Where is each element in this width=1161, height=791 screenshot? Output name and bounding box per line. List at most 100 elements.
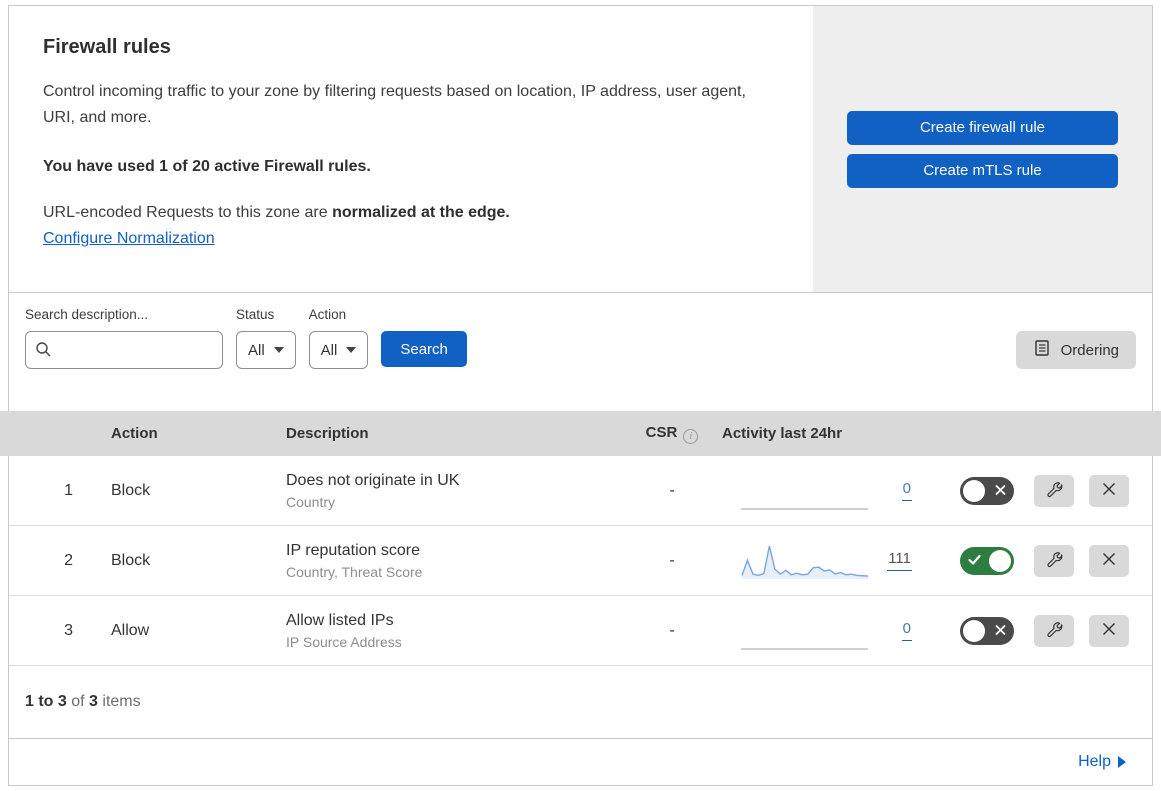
rule-activity-cell: 111 <box>722 541 950 581</box>
rule-tools-cell <box>1024 474 1134 507</box>
rule-enable-toggle[interactable] <box>960 616 1014 645</box>
search-group: Search description... <box>25 307 223 369</box>
chevron-down-icon <box>273 347 284 353</box>
items-total: 3 <box>89 693 98 710</box>
check-icon <box>968 553 981 568</box>
rule-toggle-cell <box>950 546 1024 575</box>
overview-text-block: Firewall rules Control incoming traffic … <box>9 6 813 292</box>
action-label: Action <box>308 307 347 322</box>
toggle-knob <box>963 479 985 502</box>
rule-criteria: Country <box>286 493 336 510</box>
column-action: Action <box>111 425 158 442</box>
rule-activity-cell: 0 <box>722 471 950 511</box>
rule-description-cell: Does not originate in UK Country <box>276 472 622 510</box>
status-group: Status All <box>236 307 296 369</box>
list-document-icon <box>1033 339 1051 361</box>
column-csr: CSR i <box>622 424 722 444</box>
close-icon <box>1101 621 1117 640</box>
info-icon[interactable]: i <box>683 428 699 444</box>
items-count-text: 1 to 3 of 3 items <box>25 693 141 711</box>
rules-rows: 1 Block Does not originate in UK Country… <box>9 456 1152 666</box>
column-activity: Activity last 24hr <box>722 425 843 442</box>
rules-list-card: Search description... Status All Action <box>0 292 1161 786</box>
items-count-footer: 1 to 3 of 3 items <box>9 666 1152 739</box>
activity-sparkline <box>741 647 868 650</box>
firewall-overview-card: Firewall rules Control incoming traffic … <box>8 5 1153 293</box>
rule-priority-number: 2 <box>64 551 73 569</box>
ordering-button-label: Ordering <box>1060 341 1119 359</box>
rule-toggle-cell <box>950 616 1024 645</box>
column-description: Description <box>286 425 369 442</box>
rule-toggle-cell <box>950 476 1024 505</box>
rule-criteria: Country, Threat Score <box>286 563 423 580</box>
search-button[interactable]: Search <box>381 331 467 367</box>
table-row: 2 Block IP reputation score Country, Thr… <box>9 526 1152 596</box>
rule-description: Does not originate in UK <box>286 471 460 489</box>
search-input[interactable] <box>25 331 223 369</box>
usage-summary: You have used 1 of 20 active Firewall ru… <box>43 158 371 175</box>
rule-csr-value: - <box>669 621 675 639</box>
normalization-note: URL-encoded Requests to this zone are no… <box>43 204 773 222</box>
toggle-knob <box>989 549 1011 572</box>
search-icon <box>35 341 52 363</box>
chevron-down-icon <box>346 347 357 353</box>
delete-rule-button[interactable] <box>1089 474 1129 507</box>
edit-rule-button[interactable] <box>1034 544 1074 577</box>
rule-action: Block <box>111 481 151 499</box>
page-title: Firewall rules <box>43 36 171 58</box>
rule-description-cell: Allow listed IPs IP Source Address <box>276 612 622 650</box>
rule-activity-cell: 0 <box>722 611 950 651</box>
filter-bar: Search description... Status All Action <box>9 293 1152 411</box>
rule-criteria: IP Source Address <box>286 633 402 650</box>
table-row: 1 Block Does not originate in UK Country… <box>9 456 1152 526</box>
items-range: 1 to 3 <box>25 693 67 710</box>
activity-sparkline <box>741 545 869 579</box>
action-group: Action All <box>308 307 369 369</box>
csr-header-label: CSR <box>645 423 678 441</box>
rule-tools-cell <box>1024 614 1134 647</box>
rule-priority-number: 3 <box>64 621 73 639</box>
status-select[interactable]: All <box>236 331 296 369</box>
rule-priority-number: 1 <box>64 481 73 499</box>
search-field-wrap <box>25 331 223 369</box>
search-label: Search description... <box>25 307 149 322</box>
help-link[interactable]: Help <box>1078 753 1111 771</box>
action-selected-value: All <box>320 341 338 359</box>
edit-rule-button[interactable] <box>1034 474 1074 507</box>
activity-count-link[interactable]: 0 <box>901 620 912 641</box>
wrench-icon <box>1045 480 1064 502</box>
action-select[interactable]: All <box>308 331 369 369</box>
rule-action: Allow <box>111 621 150 639</box>
arrow-right-icon <box>1118 756 1126 768</box>
status-label: Status <box>236 307 275 322</box>
table-header: Action Description CSR i Activity last 24… <box>0 411 1161 456</box>
rule-description: Allow listed IPs <box>286 611 394 629</box>
ordering-button[interactable]: Ordering <box>1015 331 1136 369</box>
wrench-icon <box>1045 550 1064 572</box>
x-icon <box>995 483 1006 498</box>
rule-enable-toggle[interactable] <box>960 546 1014 575</box>
edit-rule-button[interactable] <box>1034 614 1074 647</box>
create-firewall-rule-button[interactable]: Create firewall rule <box>847 110 1118 145</box>
create-mtls-rule-button[interactable]: Create mTLS rule <box>847 153 1118 188</box>
delete-rule-button[interactable] <box>1089 544 1129 577</box>
filter-controls: Search description... Status All Action <box>25 307 467 369</box>
rule-tools-cell <box>1024 544 1134 577</box>
rule-csr-value: - <box>669 481 675 499</box>
normalization-bold: normalized at the edge. <box>332 204 510 221</box>
items-suffix: items <box>97 693 141 710</box>
items-of: of <box>66 693 90 710</box>
rule-action: Block <box>111 551 151 569</box>
activity-count-link[interactable]: 111 <box>887 550 912 571</box>
help-footer: Help <box>9 739 1152 785</box>
rule-description-cell: IP reputation score Country, Threat Scor… <box>276 542 622 580</box>
rule-description: IP reputation score <box>286 541 421 559</box>
close-icon <box>1101 551 1117 570</box>
activity-count-link[interactable]: 0 <box>901 480 912 501</box>
page-description: Control incoming traffic to your zone by… <box>43 83 746 126</box>
activity-sparkline <box>741 507 868 510</box>
delete-rule-button[interactable] <box>1089 614 1129 647</box>
configure-normalization-link[interactable]: Configure Normalization <box>43 230 215 247</box>
rule-enable-toggle[interactable] <box>960 476 1014 505</box>
actions-panel: Create firewall rule Create mTLS rule <box>813 6 1152 292</box>
